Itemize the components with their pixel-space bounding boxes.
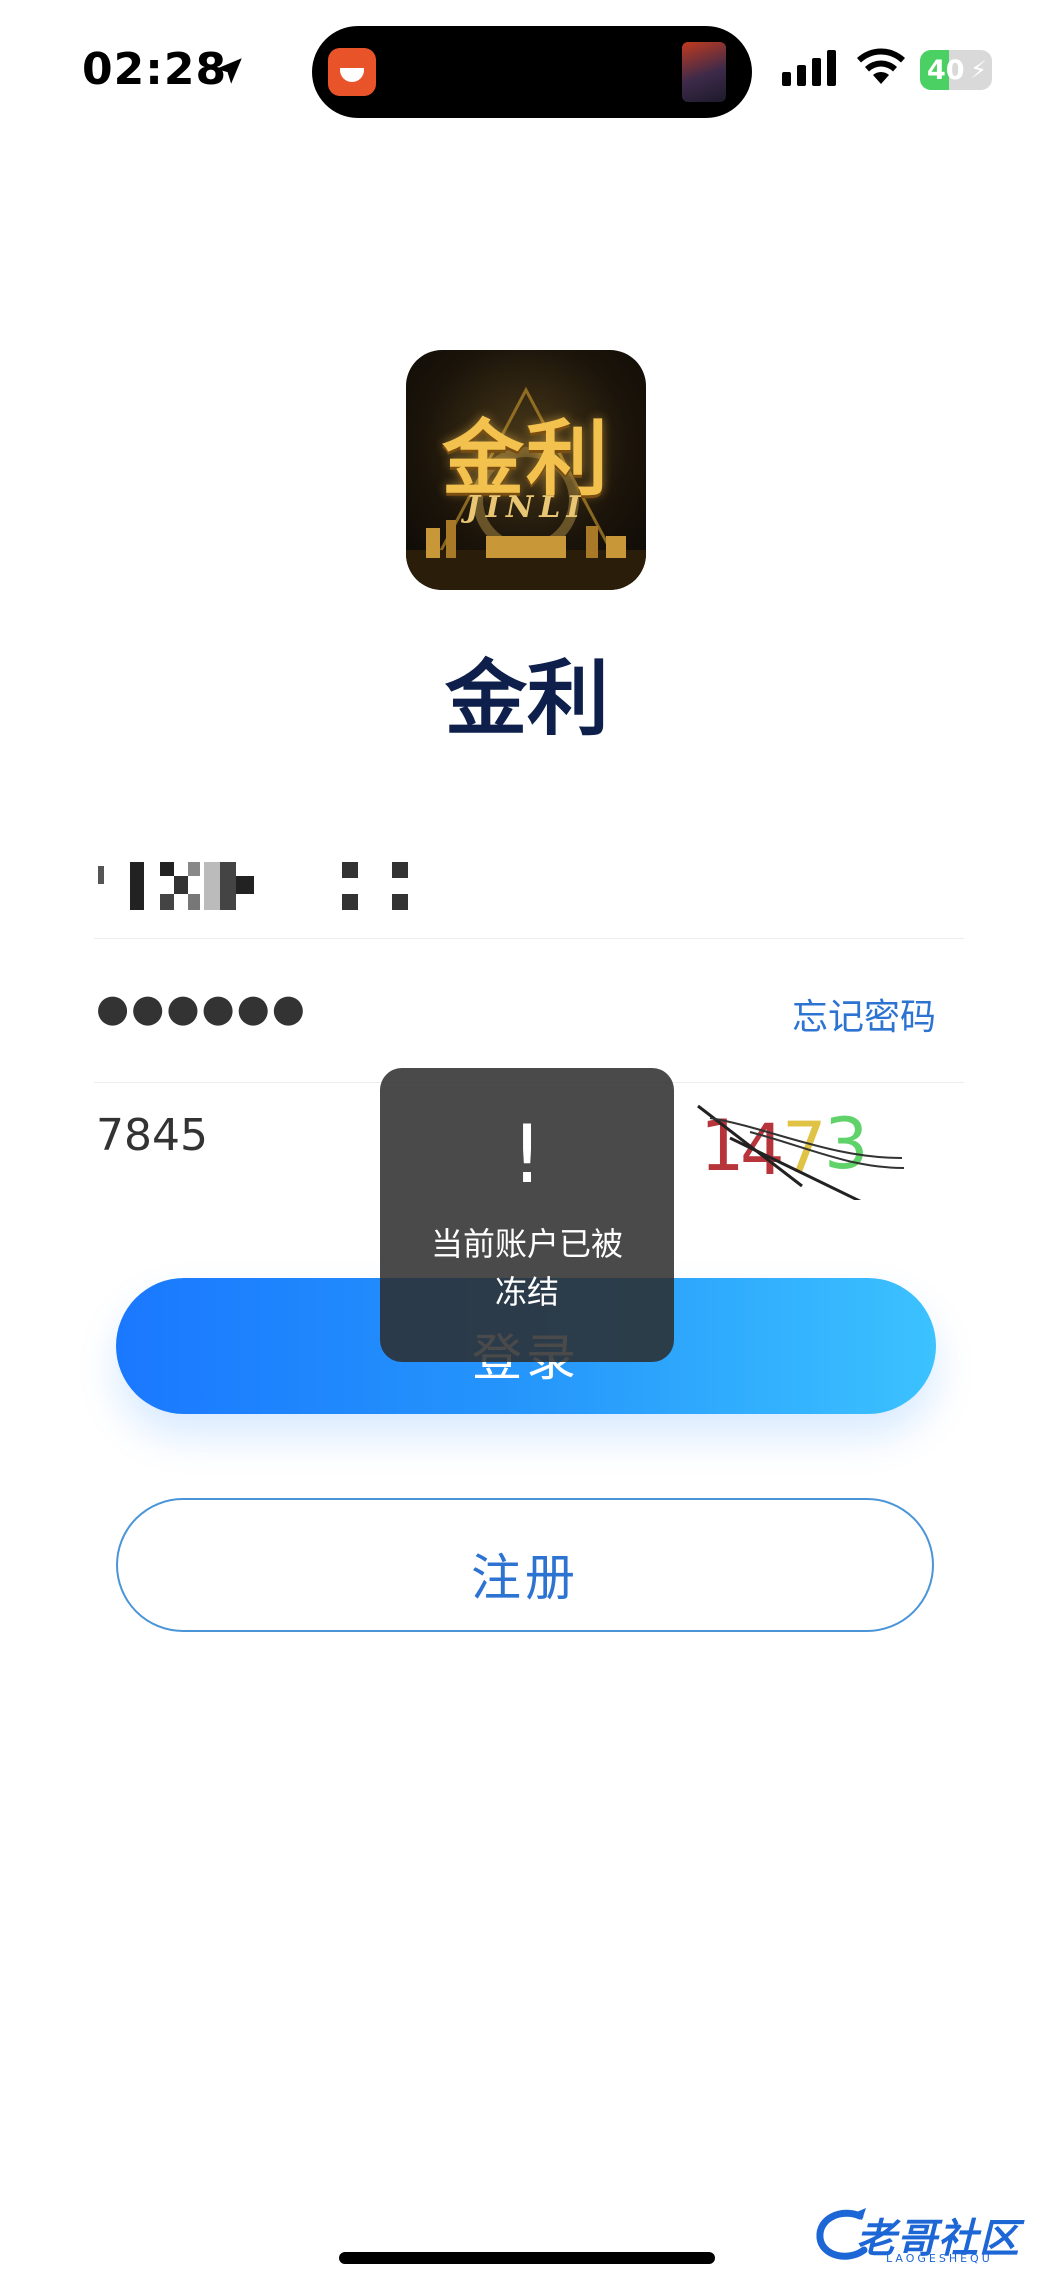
live-activity-thumbnail[interactable] bbox=[682, 42, 726, 102]
live-activity-app-icon[interactable] bbox=[328, 48, 376, 96]
charging-bolt-icon: ⚡ bbox=[970, 56, 987, 84]
captcha-image[interactable]: 1 4 7 3 bbox=[690, 1088, 910, 1200]
battery-percent: 40 bbox=[927, 55, 965, 86]
cellular-signal-icon bbox=[782, 50, 836, 86]
watermark-logo: 老哥社区 LAOGESHEQU bbox=[812, 2200, 1042, 2270]
captcha-input[interactable]: 7845 bbox=[96, 1110, 208, 1161]
captcha-char: 4 bbox=[740, 1109, 785, 1191]
home-indicator[interactable] bbox=[339, 2252, 715, 2264]
username-field[interactable] bbox=[94, 848, 434, 916]
location-arrow-icon bbox=[216, 58, 242, 84]
divider bbox=[94, 938, 964, 939]
exclamation-icon: ! bbox=[510, 1108, 544, 1201]
password-field[interactable]: ●●●●●● bbox=[96, 986, 307, 1030]
wifi-icon bbox=[857, 48, 905, 84]
battery-indicator: 40 ⚡ bbox=[920, 50, 992, 90]
captcha-char: 1 bbox=[700, 1105, 745, 1187]
app-title: 金利 bbox=[444, 652, 609, 747]
status-time: 02:28 bbox=[82, 44, 228, 95]
captcha-char: 3 bbox=[824, 1103, 869, 1185]
watermark-subtext: LAOGESHEQU bbox=[886, 2252, 993, 2265]
register-button-label: 注册 bbox=[471, 1550, 579, 1606]
forgot-password-link[interactable]: 忘记密码 bbox=[792, 988, 936, 1040]
dynamic-island[interactable] bbox=[312, 26, 752, 118]
logo-subtext: JINLI bbox=[465, 490, 587, 525]
app-logo: 金利 JINLI bbox=[406, 350, 646, 590]
toast-message: 当前账户已被冻结 bbox=[430, 1225, 623, 1311]
register-button[interactable]: 注册 bbox=[116, 1498, 934, 1632]
error-toast: ! 当前账户已被冻结 bbox=[380, 1068, 674, 1362]
